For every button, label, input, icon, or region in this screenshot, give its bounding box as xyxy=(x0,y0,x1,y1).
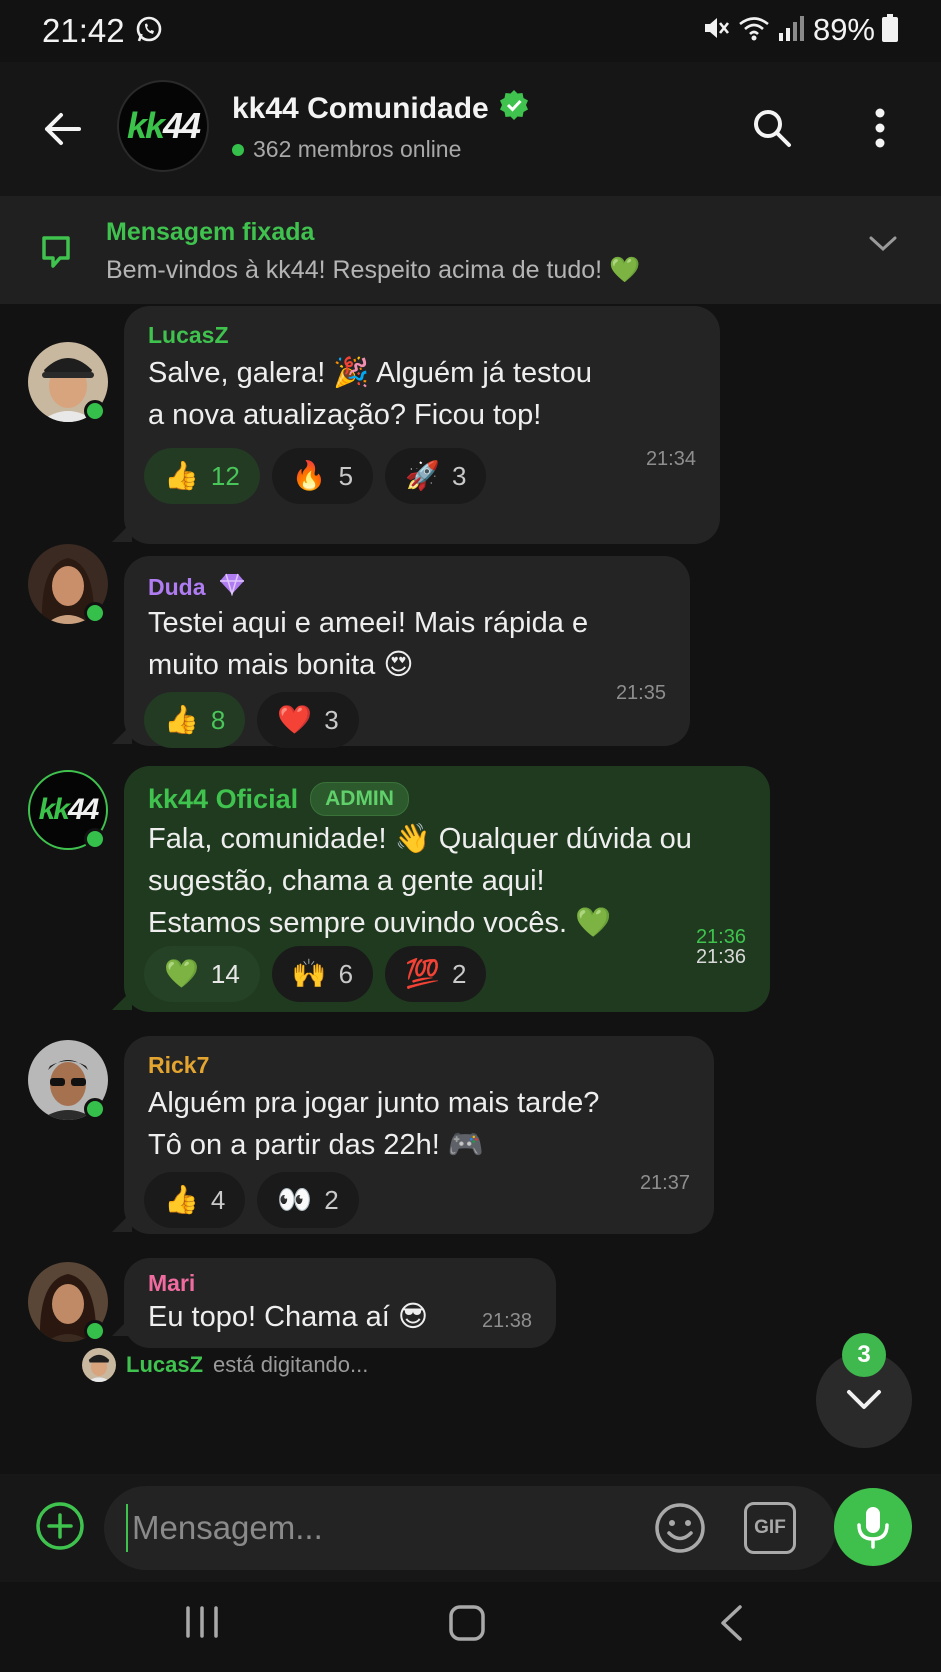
emoji-button[interactable] xyxy=(652,1500,708,1556)
gif-button[interactable]: GIF xyxy=(744,1502,796,1554)
reactions-row: 💚 14 🙌 6 💯 2 xyxy=(144,946,487,1002)
add-circle-icon xyxy=(36,1502,84,1550)
message-time: 21:36 xyxy=(695,946,746,968)
status-bar: 21:42 89% xyxy=(0,0,941,62)
online-indicator xyxy=(84,828,106,850)
sender-name[interactable]: Rick7 xyxy=(148,1052,209,1079)
admin-message-bubble[interactable]: kk44 Oficial ADMIN Fala, comunidade! 👋 Q… xyxy=(124,766,770,1012)
message-input[interactable] xyxy=(126,1504,646,1552)
attach-button[interactable] xyxy=(34,1500,86,1552)
message-bubble[interactable]: Duda Testei aqui e ameei! Mais rápida e … xyxy=(124,556,690,748)
online-indicator xyxy=(84,400,106,422)
online-status: 362 membros online xyxy=(232,136,461,163)
online-indicator xyxy=(84,1320,106,1342)
online-count: 362 membros online xyxy=(253,136,462,162)
unread-count-badge: 3 xyxy=(842,1333,886,1377)
chevron-down-icon xyxy=(847,1390,881,1409)
chevron-down-icon[interactable] xyxy=(868,234,898,259)
reactions-row: 👍 4 👀 2 xyxy=(144,1172,359,1228)
reaction-chip[interactable]: 👍 4 xyxy=(144,1172,246,1228)
kk44-logo: kk44 xyxy=(126,105,201,146)
recents-icon xyxy=(186,1606,218,1638)
online-indicator xyxy=(84,602,106,624)
battery-icon xyxy=(881,13,899,48)
search-button[interactable] xyxy=(744,100,800,156)
mute-icon xyxy=(701,13,731,48)
battery-percent: 89% xyxy=(812,12,875,47)
sender-name[interactable]: kk44 Oficial xyxy=(148,784,298,815)
home-icon xyxy=(449,1605,485,1641)
group-avatar[interactable]: kk44 xyxy=(117,80,209,172)
more-vertical-icon xyxy=(875,108,885,148)
wifi-icon xyxy=(737,13,771,48)
signal-icon xyxy=(777,13,805,48)
message-text: Salve, galera! 🎉 Alguém já testou a nova… xyxy=(148,357,592,431)
reaction-chip[interactable]: ❤️ 3 xyxy=(257,692,359,748)
diamond-icon xyxy=(218,572,246,602)
avatar xyxy=(82,1348,116,1382)
reaction-chip[interactable]: 💚 14 xyxy=(144,946,260,1002)
message-bubble[interactable]: Rick7 Alguém pra jogar junto mais tarde?… xyxy=(124,1036,714,1234)
reaction-chip[interactable]: 👍 12 xyxy=(144,448,260,504)
system-navigation-bar xyxy=(0,1582,941,1672)
admin-badge: ADMIN xyxy=(310,782,409,816)
message-input-container: GIF xyxy=(104,1486,836,1570)
recents-button[interactable] xyxy=(184,1604,220,1645)
home-button[interactable] xyxy=(448,1604,486,1647)
reactions-row: 👍 8 ❤️ 3 xyxy=(144,692,359,748)
reaction-chip[interactable]: 🚀 3 xyxy=(385,448,487,504)
message-time: 21:35 xyxy=(615,682,666,704)
message-time: 21:38 xyxy=(481,1310,532,1332)
reaction-chip[interactable]: 🔥 5 xyxy=(271,448,374,504)
kk44-logo: kk44 xyxy=(38,793,100,826)
message-time: 21:37 xyxy=(639,1172,690,1194)
message-time: 21:34 xyxy=(645,448,696,470)
typing-indicator: LucasZ está digitando... xyxy=(82,1348,368,1382)
voice-message-button[interactable] xyxy=(834,1488,912,1566)
pinned-title: Mensagem fixada xyxy=(106,218,315,246)
pinned-message-bar[interactable]: Mensagem fixada Bem-vindos à kk44! Respe… xyxy=(0,196,941,304)
whatsapp-notification-icon xyxy=(134,14,164,49)
system-back-button[interactable] xyxy=(718,1604,744,1647)
message-text: Alguém pra jogar junto mais tarde? Tô on… xyxy=(148,1087,600,1161)
message-bubble[interactable]: Mari Eu topo! Chama aí 😎 21:38 xyxy=(124,1258,556,1348)
message-text: Fala, comunidade! 👋 Qualquer dúvida ou s… xyxy=(148,823,692,939)
back-chevron-icon xyxy=(721,1605,742,1641)
message-composer: GIF xyxy=(0,1474,941,1582)
reactions-row: 👍 12 🔥 5 🚀 3 xyxy=(144,448,487,504)
message-text: Testei aqui e ameei! Mais rápida e muito… xyxy=(148,607,589,681)
online-dot xyxy=(232,143,244,156)
reaction-chip[interactable]: 👀 2 xyxy=(257,1172,359,1228)
message-bubble[interactable]: LucasZ Salve, galera! 🎉 Alguém já testou… xyxy=(124,306,720,544)
typing-text: está digitando... xyxy=(213,1352,369,1377)
group-name: kk44 Comunidade xyxy=(232,92,489,125)
sender-name[interactable]: Duda xyxy=(148,574,206,601)
verified-icon xyxy=(499,90,529,128)
pinned-text: Bem-vindos à kk44! Respeito acima de tud… xyxy=(106,256,641,284)
back-button[interactable] xyxy=(36,102,90,156)
reaction-chip[interactable]: 🙌 6 xyxy=(271,946,374,1002)
arrow-left-icon xyxy=(45,113,81,145)
status-icons: 89% xyxy=(701,12,899,48)
emoji-icon xyxy=(655,1503,705,1553)
typing-user: LucasZ xyxy=(126,1352,204,1377)
reaction-chip[interactable]: 💯 2 xyxy=(385,946,487,1002)
search-icon xyxy=(754,110,791,147)
chat-messages[interactable]: LucasZ Salve, galera! 🎉 Alguém já testou… xyxy=(0,304,941,1474)
pin-icon xyxy=(36,232,76,277)
more-options-button[interactable] xyxy=(854,100,906,156)
online-indicator xyxy=(84,1098,106,1120)
sender-name[interactable]: LucasZ xyxy=(148,322,229,349)
message-text: Eu topo! Chama aí 😎 xyxy=(148,1301,429,1333)
chat-header: kk44 kk44 Comunidade 362 membros online xyxy=(0,62,941,196)
status-time: 21:42 xyxy=(42,12,125,49)
sender-name[interactable]: Mari xyxy=(148,1270,195,1297)
microphone-icon xyxy=(857,1507,889,1549)
reaction-chip[interactable]: 👍 8 xyxy=(144,692,246,748)
group-title[interactable]: kk44 Comunidade xyxy=(232,90,529,128)
